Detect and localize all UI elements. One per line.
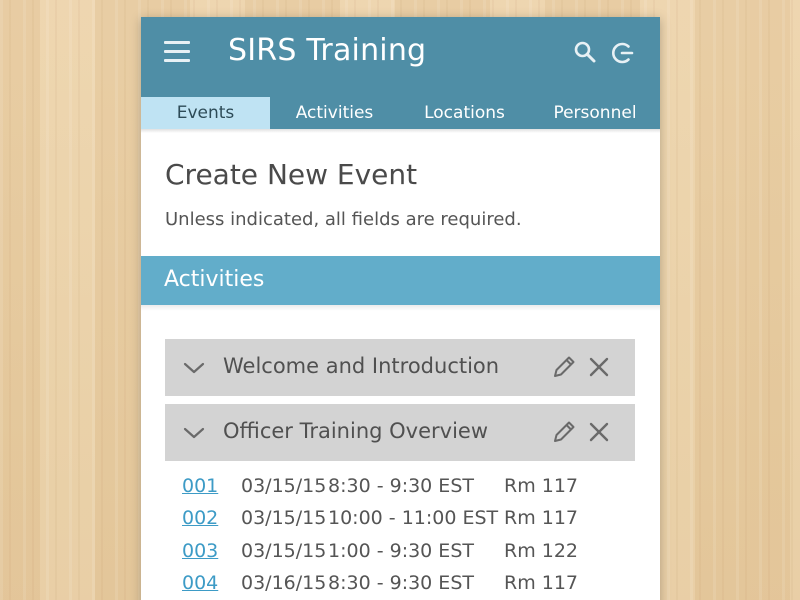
tab-bar: Events Activities Locations Personnel	[141, 97, 660, 129]
session-date: 03/15/15	[241, 540, 327, 562]
session-row: 003 03/15/15 1:00 - 9:30 EST Rm 122	[182, 540, 622, 566]
mobile-app-window: SIRS Training Events Activities Location…	[141, 17, 660, 600]
session-row: 002 03/15/15 10:00 - 11:00 EST Rm 117	[182, 507, 622, 533]
chevron-down-icon[interactable]	[182, 425, 206, 441]
page-subtitle: Unless indicated, all fields are require…	[165, 209, 522, 230]
tab-events[interactable]: Events	[141, 97, 270, 129]
section-header-label: Activities	[164, 267, 265, 292]
session-time: 8:30 - 9:30 EST	[328, 475, 474, 497]
session-id-link[interactable]: 004	[182, 572, 218, 594]
session-time: 1:00 - 9:30 EST	[328, 540, 474, 562]
page-title: Create New Event	[165, 158, 418, 191]
app-bar: SIRS Training	[141, 17, 660, 97]
activity-label: Officer Training Overview	[223, 419, 489, 443]
section-shadow	[141, 305, 660, 311]
session-room: Rm 117	[504, 475, 579, 497]
tab-locations[interactable]: Locations	[399, 97, 530, 129]
session-room: Rm 117	[504, 572, 579, 594]
edit-pencil-icon[interactable]	[551, 354, 577, 380]
tab-personnel[interactable]: Personnel	[530, 97, 660, 129]
tab-bar-shadow	[141, 129, 660, 133]
session-date: 03/15/15	[241, 507, 327, 529]
search-icon[interactable]	[573, 40, 597, 64]
session-date: 03/15/15	[241, 475, 327, 497]
session-id-link[interactable]: 001	[182, 475, 218, 497]
session-row: 004 03/16/15 8:30 - 9:30 EST Rm 117	[182, 572, 622, 598]
edit-pencil-icon[interactable]	[551, 419, 577, 445]
activity-row-welcome[interactable]: Welcome and Introduction	[165, 339, 635, 396]
chevron-down-icon[interactable]	[182, 360, 206, 376]
session-time: 10:00 - 11:00 EST	[328, 507, 499, 529]
tab-activities[interactable]: Activities	[270, 97, 399, 129]
activities-section-header: Activities	[141, 256, 660, 305]
close-icon[interactable]	[588, 421, 610, 443]
session-id-link[interactable]: 002	[182, 507, 218, 529]
session-date: 03/16/15	[241, 572, 327, 594]
hamburger-menu-icon[interactable]	[164, 41, 190, 63]
app-title: SIRS Training	[228, 33, 427, 68]
session-id-link[interactable]: 003	[182, 540, 218, 562]
activity-row-officer-training[interactable]: Officer Training Overview	[165, 404, 635, 461]
session-room: Rm 122	[504, 540, 579, 562]
session-row: 001 03/15/15 8:30 - 9:30 EST Rm 117	[182, 475, 622, 501]
close-icon[interactable]	[588, 356, 610, 378]
activity-label: Welcome and Introduction	[223, 354, 500, 378]
power-icon[interactable]	[609, 40, 635, 66]
session-time: 8:30 - 9:30 EST	[328, 572, 474, 594]
session-room: Rm 117	[504, 507, 579, 529]
